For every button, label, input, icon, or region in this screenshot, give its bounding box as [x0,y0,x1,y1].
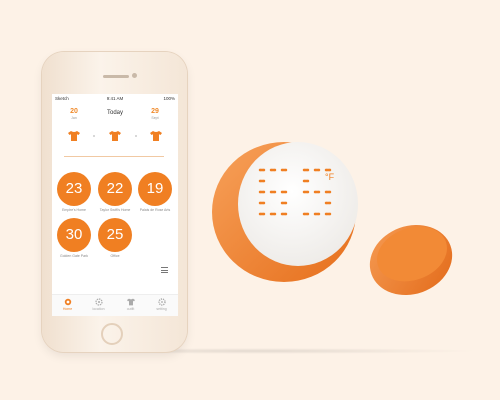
location-tile[interactable]: 22 Taylor Swift's Home [98,172,132,212]
location-label: Taylor Swift's Home [99,208,131,212]
display-dot [284,212,288,216]
display-dot [306,212,310,216]
location-tile[interactable]: 25 Office [98,218,132,258]
tab-outfit[interactable]: outfit [115,298,146,311]
date-today[interactable]: Today [90,110,140,116]
display-dot [328,168,332,172]
app-screen: Sketch 9:41 AM 100% 20 Jan Today 29 Sept… [52,94,178,316]
outfit-row [52,131,178,143]
shirt-icon [150,131,162,141]
status-bar: Sketch 9:41 AM 100% [52,94,178,102]
date-next-month: Sept [151,116,159,120]
temperature-circle: 25 [98,218,132,252]
display-dot [284,168,288,172]
display-dot [262,201,266,205]
display-dot [262,179,266,183]
phone-camera [132,73,137,78]
location-label: Empire's Home [62,208,86,212]
menu-icon[interactable] [161,267,168,273]
separator-dot [93,135,95,137]
display-dot [273,212,277,216]
display-dot [328,201,332,205]
location-label: Office [110,254,120,258]
date-next-number: 29 [151,108,159,115]
battery-label: 100% [163,96,175,101]
gear-icon [94,298,103,306]
tab-label: outfit [126,307,135,311]
tab-home[interactable]: Home [52,298,83,311]
tab-label: location [92,307,105,311]
phone-speaker [103,75,129,78]
display-dot [284,190,288,194]
temperature-circle: 23 [57,172,91,206]
phone-home-button[interactable] [101,323,123,345]
temperature-circle: 30 [57,218,91,252]
shirt-icon [68,131,80,141]
display-dot [317,212,321,216]
date-selector: 20 Jan Today 29 Sept [52,108,178,122]
display-dot [273,168,277,172]
thermometer-device [212,142,358,282]
location-label: Golden Gate Park [59,254,88,258]
temperature-circle: 22 [98,172,132,206]
display-dot [328,212,332,216]
date-prev[interactable]: 20 Jan [59,108,89,120]
separator-dot [135,135,137,137]
divider [64,156,164,157]
sun-icon [64,298,71,306]
display-dot [317,168,321,172]
status-time: 9:41 AM [106,96,124,101]
display-dot [317,190,321,194]
shirt-icon [109,131,121,141]
settings-icon [157,298,166,306]
tab-label: Home [62,307,73,311]
location-tile[interactable]: 23 Empire's Home [57,172,91,212]
shirt-icon [126,298,135,306]
device-face [238,142,358,266]
tab-location[interactable]: location [83,298,114,311]
date-next[interactable]: 29 Sept [140,108,170,120]
display-dot [262,168,266,172]
unit-label: °F [325,172,335,182]
tab-label: setting [156,307,167,311]
thermometer-device-back [369,224,453,296]
display-dot [306,179,310,183]
location-tile[interactable]: 30 Golden Gate Park [57,218,91,258]
tab-setting[interactable]: setting [146,298,177,311]
date-prev-month: Jan [71,116,77,120]
location-label: Palais de Rose Arts [139,208,171,212]
display-dot [306,190,310,194]
display-dot [273,190,277,194]
display-dot [306,168,310,172]
display-dot [328,190,332,194]
date-prev-number: 20 [70,108,78,115]
display-dot [262,212,266,216]
display-dot [284,201,288,205]
temperature-circle: 19 [138,172,172,206]
location-tile[interactable]: 19 Palais de Rose Arts [138,172,172,212]
tab-bar: Home location outfit setting [52,294,178,316]
display-dot [262,190,266,194]
